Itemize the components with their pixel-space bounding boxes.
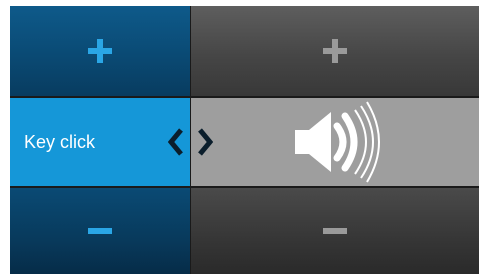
plus-icon bbox=[88, 39, 112, 63]
chevron-right-icon[interactable] bbox=[197, 128, 213, 156]
label-column: Key click bbox=[10, 6, 190, 274]
setting-label-cell[interactable]: Key click bbox=[10, 98, 190, 186]
chevron-left-icon[interactable] bbox=[168, 128, 184, 156]
setting-label: Key click bbox=[24, 131, 96, 152]
key-click-setting-panel: Key click bbox=[10, 6, 479, 274]
value-column bbox=[191, 6, 479, 274]
minus-icon bbox=[323, 228, 347, 234]
value-increase-button[interactable] bbox=[191, 6, 479, 96]
plus-icon bbox=[323, 39, 347, 63]
value-cell[interactable] bbox=[191, 98, 479, 186]
label-decrease-button[interactable] bbox=[10, 188, 190, 274]
minus-icon bbox=[88, 228, 112, 234]
label-increase-button[interactable] bbox=[10, 6, 190, 96]
value-decrease-button[interactable] bbox=[191, 188, 479, 274]
speaker-volume-high-icon bbox=[295, 101, 380, 183]
